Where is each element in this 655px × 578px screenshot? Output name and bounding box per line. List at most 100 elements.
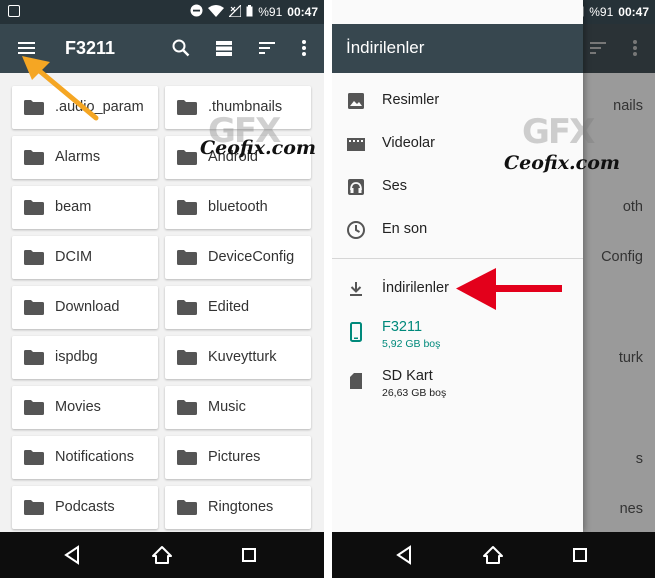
- more-options-icon[interactable]: [293, 37, 315, 59]
- back-icon[interactable]: [61, 544, 83, 566]
- folder-item[interactable]: Notifications: [12, 436, 158, 479]
- folder-icon: [177, 250, 197, 265]
- drawer-item-label: Resimler: [382, 92, 440, 108]
- home-icon[interactable]: [151, 544, 173, 566]
- folder-name: Alarms: [55, 149, 101, 165]
- folder-item[interactable]: Alarms: [12, 136, 158, 179]
- dimmed-folder-label: s: [635, 451, 643, 467]
- folder-item[interactable]: bluetooth: [165, 186, 311, 229]
- recents-icon[interactable]: [238, 544, 260, 566]
- folder-icon: [177, 300, 197, 315]
- folder-icon: [177, 200, 197, 215]
- folder-item[interactable]: beam: [12, 186, 158, 229]
- folder-name: ispdbg: [55, 349, 98, 365]
- orange-arrow-annotation: [22, 56, 99, 121]
- folder-icon: [24, 450, 44, 465]
- sort-icon: [587, 37, 609, 59]
- drawer-divider: [332, 258, 583, 259]
- sd-card-icon: [346, 371, 366, 391]
- folder-icon: [177, 100, 197, 115]
- folder-item[interactable]: ispdbg: [12, 336, 158, 379]
- wifi-icon: [208, 4, 225, 20]
- folder-item[interactable]: DCIM: [12, 236, 158, 279]
- battery-percent: %91: [589, 5, 614, 19]
- status-bar: %91 00:47: [0, 0, 324, 24]
- dimmed-folder-label: nails: [613, 98, 643, 114]
- navigation-bar: [0, 532, 324, 578]
- drawer-item-label: F3211: [382, 319, 423, 335]
- right-phone-screen: %91 00:47 nails oth Config turk s nes İn…: [332, 0, 655, 578]
- drawer-item-f3211[interactable]: F3211 5,92 GB boş: [332, 309, 583, 350]
- drawer-item-label: SD Kart: [382, 368, 433, 384]
- folder-icon: [24, 400, 44, 415]
- folder-icon: [24, 300, 44, 315]
- audio-icon: [346, 177, 366, 197]
- folder-icon: [177, 500, 197, 515]
- video-icon: [346, 134, 366, 154]
- clock-icon: [346, 220, 366, 240]
- folder-item[interactable]: Pictures: [165, 436, 311, 479]
- folder-name: DeviceConfig: [208, 249, 295, 265]
- folder-name: Ringtones: [208, 499, 274, 515]
- folder-name: Kuveytturk: [208, 349, 277, 365]
- dimmed-folder-label: Config: [601, 249, 643, 265]
- image-notification-icon: [8, 5, 20, 17]
- drawer-item-label: En son: [382, 221, 428, 237]
- phone-storage-icon: [346, 322, 366, 342]
- drawer-item-sd-kart[interactable]: SD Kart 26,63 GB boş: [332, 358, 583, 399]
- folder-item[interactable]: Kuveytturk: [165, 336, 311, 379]
- watermark-logo: GFX: [522, 112, 595, 152]
- folder-name: Download: [55, 299, 120, 315]
- folder-item[interactable]: Download: [12, 286, 158, 329]
- drawer-item-en-son[interactable]: En son: [332, 210, 583, 250]
- image-icon: [346, 91, 366, 111]
- watermark-text: Ceofix.com: [200, 137, 316, 159]
- watermark-text: Ceofix.com: [504, 152, 620, 174]
- free-space-text: 26,63 GB boş: [382, 387, 447, 399]
- battery-percent: %91: [258, 5, 283, 19]
- drawer-item-label: Ses: [382, 178, 407, 194]
- folder-icon: [177, 150, 197, 165]
- folder-name: bluetooth: [208, 199, 268, 215]
- dimmed-folder-label: turk: [618, 350, 643, 366]
- folder-icon: [24, 350, 44, 365]
- recents-icon[interactable]: [569, 544, 591, 566]
- folder-item[interactable]: DeviceConfig: [165, 236, 311, 279]
- folder-item[interactable]: Movies: [12, 386, 158, 429]
- folder-name: Movies: [55, 399, 101, 415]
- sort-icon[interactable]: [256, 37, 278, 59]
- clock-time: 00:47: [287, 5, 318, 19]
- dimmed-folder-label: oth: [622, 199, 643, 215]
- no-signal-icon: [227, 3, 242, 20]
- folder-icon: [24, 250, 44, 265]
- folder-name: DCIM: [55, 249, 93, 265]
- folder-item[interactable]: Podcasts: [12, 486, 158, 529]
- free-space-text: 5,92 GB boş: [382, 338, 441, 350]
- do-not-disturb-icon: [190, 4, 203, 20]
- home-icon[interactable]: [482, 544, 504, 566]
- list-view-icon[interactable]: [213, 37, 235, 59]
- folder-name: Notifications: [55, 449, 134, 465]
- folder-name: Music: [208, 399, 246, 415]
- navigation-bar: [332, 532, 655, 578]
- folder-icon: [177, 450, 197, 465]
- folder-item[interactable]: Music: [165, 386, 311, 429]
- drawer-item-label: İndirilenler: [382, 280, 449, 296]
- folder-icon: [24, 500, 44, 515]
- download-icon: [346, 279, 366, 299]
- folder-name: Pictures: [208, 449, 261, 465]
- drawer-title: İndirilenler: [346, 38, 425, 57]
- more-options-icon: [624, 37, 646, 59]
- drawer-header: İndirilenler: [332, 24, 583, 73]
- folder-icon: [177, 350, 197, 365]
- clock-time: 00:47: [618, 5, 649, 19]
- drawer-item-label: Videolar: [382, 135, 435, 151]
- folder-item[interactable]: Ringtones: [165, 486, 311, 529]
- search-icon[interactable]: [170, 37, 192, 59]
- dimmed-folder-label: nes: [619, 501, 643, 517]
- folder-item[interactable]: Edited: [165, 286, 311, 329]
- left-phone-screen: %91 00:47 F3211 .audio_param .thumbnails A…: [0, 0, 324, 578]
- back-icon[interactable]: [393, 544, 415, 566]
- folder-name: beam: [55, 199, 92, 215]
- folder-icon: [24, 150, 44, 165]
